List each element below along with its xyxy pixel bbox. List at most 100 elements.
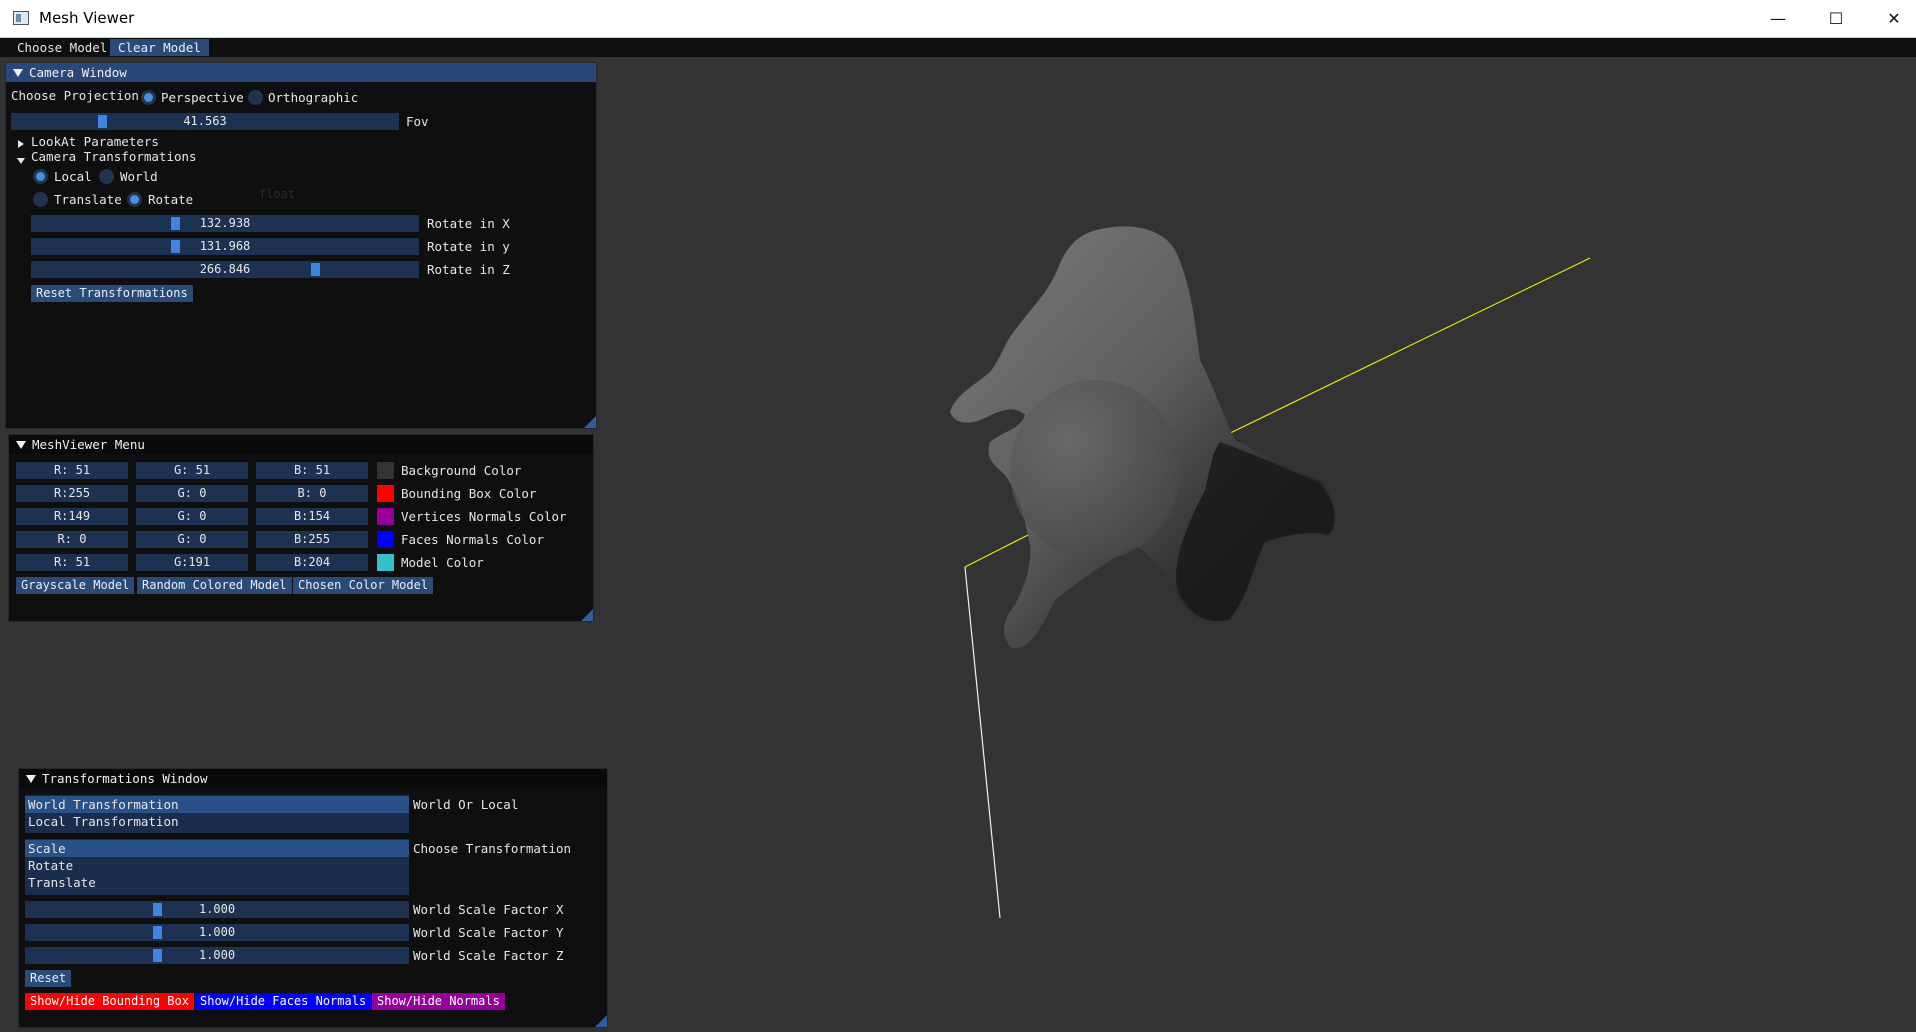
collapse-triangle-icon[interactable]	[13, 69, 23, 77]
transformations-window[interactable]: Transformations Window World Transformat…	[18, 768, 608, 1028]
resize-grip[interactable]	[595, 1015, 607, 1027]
radio-rotate-label: Rotate	[148, 192, 194, 207]
main-menubar: Choose Model Clear Model	[0, 38, 1916, 57]
random-colored-model-button[interactable]: Random Colored Model	[137, 577, 292, 594]
toggle-faces-normals-button[interactable]: Show/Hide Faces Normals	[195, 993, 372, 1010]
bbox-r-field[interactable]: R:255	[16, 485, 128, 502]
bg-b-field[interactable]: B: 51	[256, 462, 368, 479]
menu-clear-model[interactable]: Clear Model	[110, 39, 209, 56]
radio-rotate[interactable]	[127, 192, 142, 207]
scale-z-value: 1.000	[198, 948, 236, 962]
scale-y-value: 1.000	[198, 925, 236, 939]
collapse-triangle-icon[interactable]	[26, 775, 36, 783]
reset-button[interactable]: Reset	[25, 970, 72, 987]
scale-z-label: World Scale Factor Z	[413, 948, 564, 963]
vnormals-color-label: Vertices Normals Color	[401, 509, 567, 524]
model-color-swatch[interactable]	[377, 554, 394, 571]
scale-y-label: World Scale Factor Y	[413, 925, 564, 940]
scale-x-label: World Scale Factor X	[413, 902, 564, 917]
fov-value: 41.563	[183, 114, 227, 128]
collapse-triangle-icon[interactable]	[16, 441, 26, 449]
scale-x-slider[interactable]: 1.000	[25, 901, 409, 918]
radio-translate[interactable]	[33, 192, 48, 207]
fnormals-g-field[interactable]: G: 0	[136, 531, 248, 548]
vnormals-b-field[interactable]: B:154	[256, 508, 368, 525]
menu-choose-model[interactable]: Choose Model	[9, 39, 115, 56]
list-item-world-transformation[interactable]: World Transformation	[25, 796, 409, 813]
rotate-z-value: 266.846	[199, 262, 251, 276]
camera-window[interactable]: Camera Window Choose Projection Perspect…	[5, 62, 597, 429]
radio-world[interactable]	[99, 169, 114, 184]
maximize-button[interactable]: ☐	[1807, 0, 1865, 37]
radio-local-label: Local	[54, 169, 92, 184]
close-button[interactable]: ✕	[1865, 0, 1916, 37]
rotate-x-label: Rotate in X	[427, 216, 510, 231]
radio-world-label: World	[120, 169, 158, 184]
transforms-collapse-icon[interactable]	[17, 153, 25, 168]
window-title: Mesh Viewer	[39, 9, 135, 27]
radio-orthographic-label: Orthographic	[268, 90, 359, 105]
rotate-z-slider[interactable]: 266.846	[31, 261, 419, 278]
rotate-y-label: Rotate in y	[427, 239, 510, 254]
bg-g-field[interactable]: G: 51	[136, 462, 248, 479]
transformations-window-title: Transformations Window	[42, 771, 208, 786]
minimize-button[interactable]: —	[1749, 0, 1807, 37]
fnormals-color-swatch[interactable]	[377, 531, 394, 548]
fnormals-r-field[interactable]: R: 0	[16, 531, 128, 548]
transform-listbox[interactable]: Scale Rotate Translate	[25, 839, 409, 895]
rotate-y-slider[interactable]: 131.968	[31, 238, 419, 255]
meshviewer-menu-window[interactable]: MeshViewer Menu R: 51 G: 51 B: 51 Backgr…	[8, 434, 594, 622]
ghost-float-text: float	[259, 187, 296, 201]
fnormals-b-field[interactable]: B:255	[256, 531, 368, 548]
vnormals-color-swatch[interactable]	[377, 508, 394, 525]
lookat-expand-icon[interactable]	[18, 137, 24, 152]
radio-orthographic[interactable]	[248, 90, 263, 105]
list-item-scale[interactable]: Scale	[25, 840, 409, 857]
axis-line-yellow-lower	[964, 533, 1031, 568]
lookat-header[interactable]: LookAt Parameters	[31, 134, 159, 149]
model-b-field[interactable]: B:204	[256, 554, 368, 571]
axis-line-yellow-upper	[1219, 257, 1591, 439]
bbox-color-label: Bounding Box Color	[401, 486, 537, 501]
model-g-field[interactable]: G:191	[136, 554, 248, 571]
meshviewer-menu-title: MeshViewer Menu	[32, 437, 145, 452]
scale-x-value: 1.000	[198, 902, 236, 916]
reset-transformations-button[interactable]: Reset Transformations	[31, 285, 193, 302]
list-item-translate[interactable]: Translate	[25, 874, 409, 891]
list-item-rotate[interactable]: Rotate	[25, 857, 409, 874]
rotate-y-value: 131.968	[199, 239, 251, 253]
vnormals-r-field[interactable]: R:149	[16, 508, 128, 525]
bbox-color-swatch[interactable]	[377, 485, 394, 502]
chosen-color-model-button[interactable]: Chosen Color Model	[293, 577, 434, 594]
scale-y-slider[interactable]: 1.000	[25, 924, 409, 941]
toggle-bounding-box-button[interactable]: Show/Hide Bounding Box	[25, 993, 194, 1010]
rotate-x-slider[interactable]: 132.938	[31, 215, 419, 232]
transform-list-label: Choose Transformation	[413, 841, 572, 856]
resize-grip[interactable]	[584, 416, 596, 428]
resize-grip[interactable]	[581, 609, 593, 621]
camera-transforms-header[interactable]: Camera Transformations	[31, 149, 197, 164]
radio-perspective-label: Perspective	[161, 90, 244, 105]
app-icon	[13, 11, 29, 25]
space-listbox[interactable]: World Transformation Local Transformatio…	[25, 795, 409, 833]
bg-color-label: Background Color	[401, 463, 522, 478]
vnormals-g-field[interactable]: G: 0	[136, 508, 248, 525]
model-r-field[interactable]: R: 51	[16, 554, 128, 571]
camera-window-titlebar[interactable]: Camera Window	[6, 63, 596, 82]
bbox-g-field[interactable]: G: 0	[136, 485, 248, 502]
scale-z-slider[interactable]: 1.000	[25, 947, 409, 964]
list-item-local-transformation[interactable]: Local Transformation	[25, 813, 409, 830]
bg-color-swatch[interactable]	[377, 462, 394, 479]
rotate-x-value: 132.938	[199, 216, 251, 230]
radio-local[interactable]	[33, 169, 48, 184]
grayscale-model-button[interactable]: Grayscale Model	[16, 577, 135, 594]
bbox-b-field[interactable]: B: 0	[256, 485, 368, 502]
meshviewer-menu-titlebar[interactable]: MeshViewer Menu	[9, 435, 593, 454]
camera-window-title: Camera Window	[29, 65, 127, 80]
bg-r-field[interactable]: R: 51	[16, 462, 128, 479]
radio-perspective[interactable]	[141, 90, 156, 105]
toggle-normals-button[interactable]: Show/Hide Normals	[372, 993, 505, 1010]
model-color-label: Model Color	[401, 555, 484, 570]
fov-slider[interactable]: 41.563	[11, 113, 399, 130]
transformations-window-titlebar[interactable]: Transformations Window	[19, 769, 607, 788]
